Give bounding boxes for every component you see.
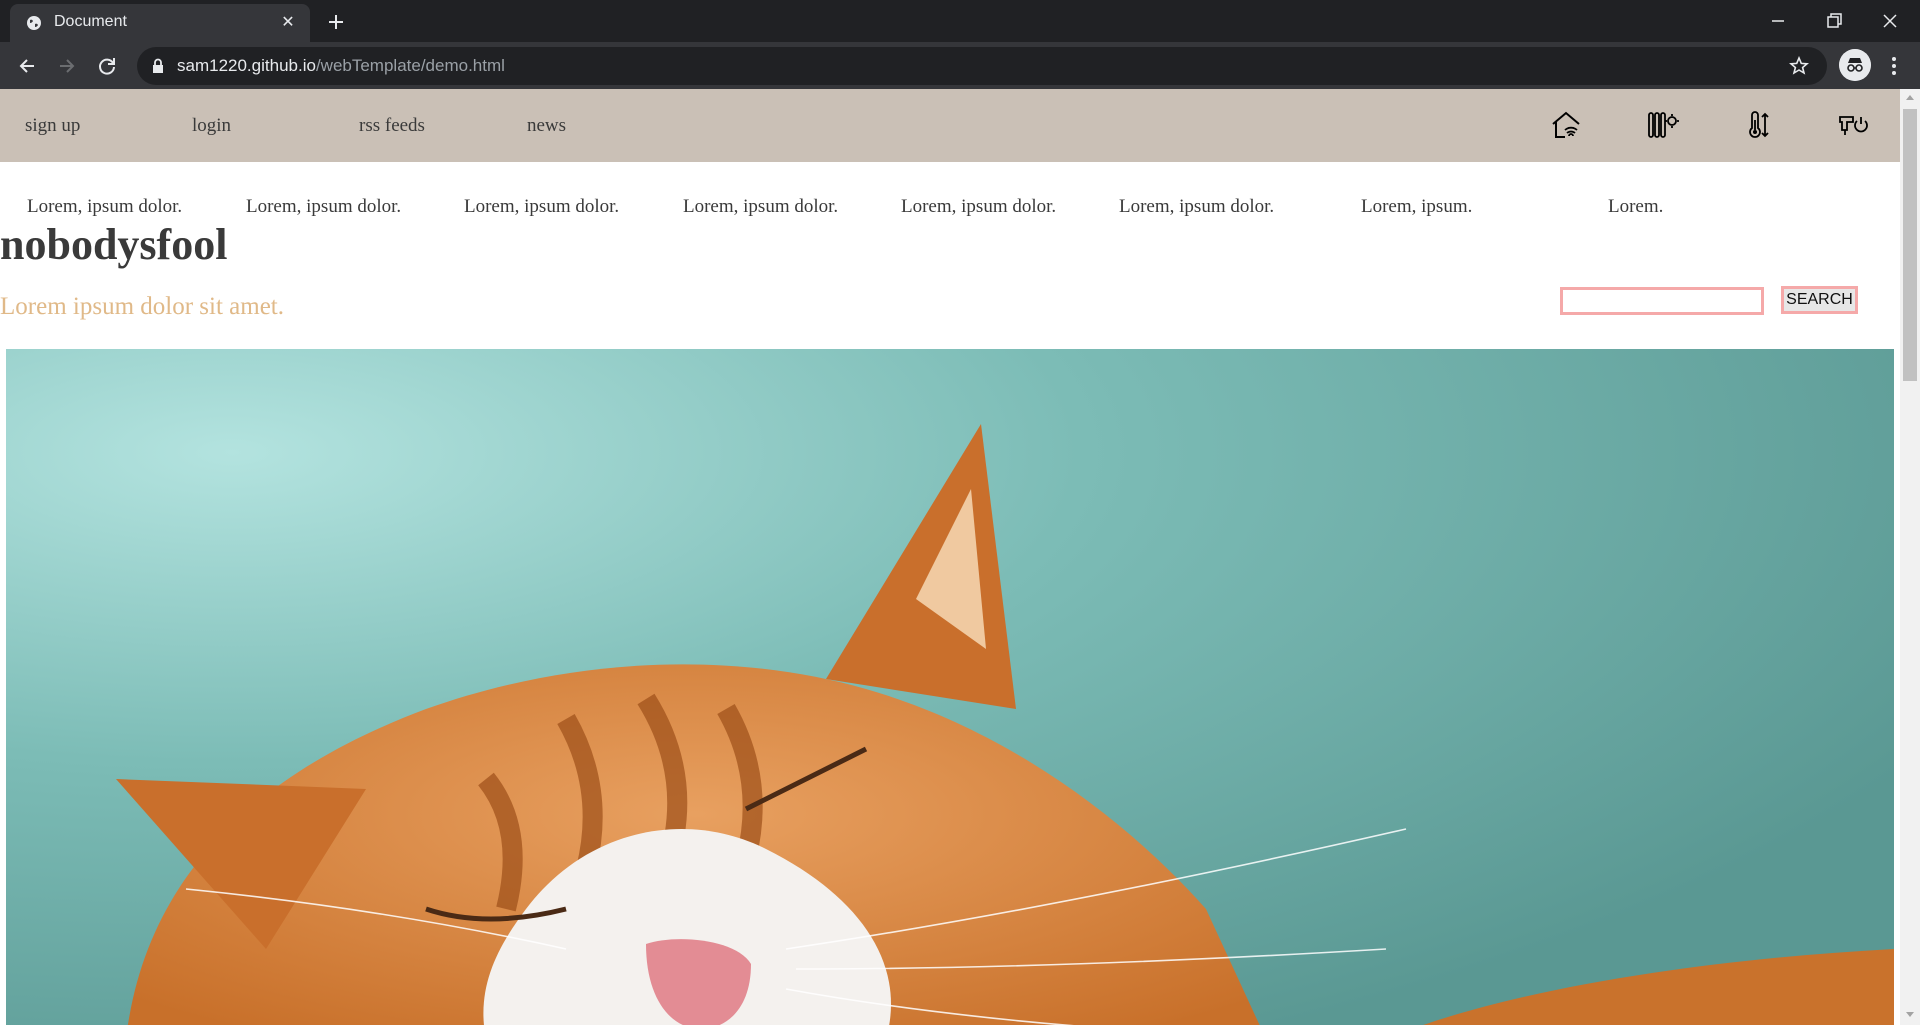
reload-icon[interactable] — [92, 51, 122, 81]
subnav-item[interactable]: Lorem, ipsum. — [1361, 196, 1472, 218]
sub-navigation: Lorem, ipsum dolor. Lorem, ipsum dolor. … — [0, 196, 1900, 226]
globe-icon — [27, 16, 41, 30]
tab-title: Document — [54, 13, 127, 30]
scroll-thumb[interactable] — [1903, 109, 1917, 381]
close-tab-icon[interactable]: ✕ — [278, 13, 298, 33]
scroll-up-arrow-icon[interactable] — [1906, 95, 1914, 100]
news-link[interactable]: news — [527, 115, 566, 137]
new-tab-icon[interactable] — [322, 8, 350, 36]
bookmark-star-icon[interactable] — [1789, 56, 1809, 76]
url-host: sam1220.github.io — [177, 56, 316, 75]
radiator-settings-icon[interactable] — [1645, 108, 1679, 142]
faucet-power-icon[interactable] — [1837, 108, 1871, 142]
site-title: nobodysfool — [0, 220, 228, 269]
address-bar[interactable]: sam1220.github.io/webTemplate/demo.html — [137, 47, 1827, 85]
site-tagline: Lorem ipsum dolor sit amet. — [0, 293, 284, 320]
close-window-icon[interactable] — [1862, 0, 1918, 42]
subnav-item[interactable]: Lorem, ipsum dolor. — [683, 196, 838, 218]
thermometer-icon[interactable] — [1741, 108, 1775, 142]
browser-toolbar: sam1220.github.io/webTemplate/demo.html — [0, 42, 1920, 89]
forward-icon[interactable] — [52, 51, 82, 81]
incognito-icon[interactable] — [1839, 49, 1871, 81]
subnav-item[interactable]: Lorem, ipsum dolor. — [901, 196, 1056, 218]
subnav-item[interactable]: Lorem, ipsum dolor. — [246, 196, 401, 218]
url-path: /webTemplate/demo.html — [315, 56, 505, 75]
sign-up-link[interactable]: sign up — [25, 115, 80, 137]
minimize-icon[interactable] — [1750, 0, 1806, 42]
menu-dots-icon[interactable] — [1884, 53, 1904, 79]
page-scrollbar[interactable] — [1900, 89, 1920, 1025]
tab-strip: Document ✕ — [0, 0, 1920, 42]
restore-icon[interactable] — [1806, 0, 1862, 42]
scroll-down-arrow-icon[interactable] — [1906, 1012, 1914, 1017]
subnav-item[interactable]: Lorem, ipsum dolor. — [1119, 196, 1274, 218]
search-button[interactable]: SEARCH — [1781, 286, 1858, 314]
subnav-item[interactable]: Lorem. — [1608, 196, 1663, 218]
home-wifi-icon[interactable] — [1549, 108, 1583, 142]
hero-cat-image — [6, 349, 1894, 1025]
back-icon[interactable] — [12, 51, 42, 81]
browser-tab[interactable]: Document ✕ — [10, 4, 310, 42]
search-input[interactable] — [1560, 287, 1764, 315]
login-link[interactable]: login — [192, 115, 231, 137]
lock-icon — [153, 58, 163, 73]
page-viewport: sign up login rss feeds news Lorem, ipsu… — [0, 89, 1900, 1025]
url-text: sam1220.github.io/webTemplate/demo.html — [177, 56, 505, 76]
subnav-item[interactable]: Lorem, ipsum dolor. — [27, 196, 182, 218]
browser-chrome: Document ✕ sam1220.github.io/webTemplate… — [0, 0, 1920, 89]
top-navbar: sign up login rss feeds news — [0, 89, 1900, 162]
rss-feeds-link[interactable]: rss feeds — [359, 115, 425, 137]
subnav-item[interactable]: Lorem, ipsum dolor. — [464, 196, 619, 218]
